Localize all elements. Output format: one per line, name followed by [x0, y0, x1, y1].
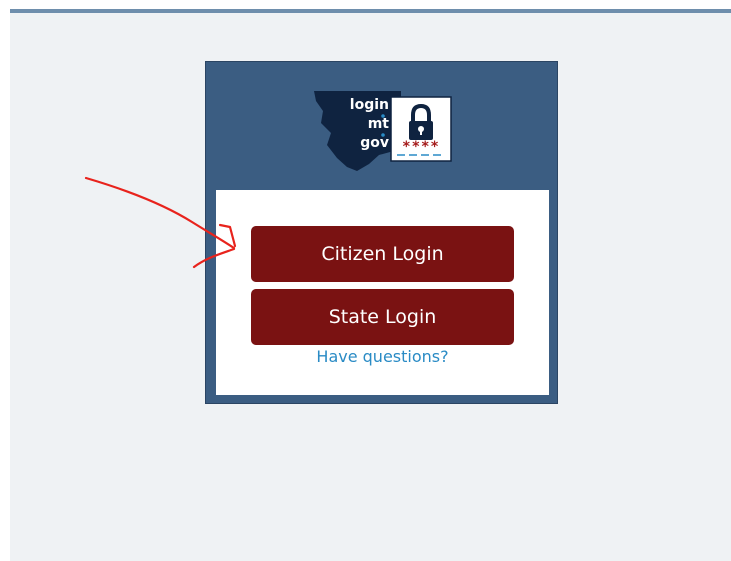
state-login-button[interactable]: State Login — [251, 289, 514, 345]
logo-text-gov: gov — [360, 135, 389, 151]
have-questions-link[interactable]: Have questions? — [216, 347, 549, 366]
logo-text-login: login — [350, 97, 389, 113]
logo-graphic: login mt gov **** — [314, 91, 452, 171]
arrow-head-bottom — [192, 247, 236, 269]
top-accent-bar — [10, 9, 731, 13]
arrow-icon — [84, 176, 236, 250]
citizen-login-button[interactable]: Citizen Login — [251, 226, 514, 282]
logo-text-mt: mt — [368, 116, 390, 132]
password-stars: **** — [402, 139, 440, 155]
logo-dot — [381, 114, 385, 118]
red-arrow-annotation — [84, 176, 237, 269]
logo-dot — [381, 133, 385, 137]
login-panel: login mt gov **** Citizen Login State Lo… — [205, 61, 558, 404]
login-mt-gov-logo: login mt gov **** — [313, 89, 453, 173]
login-card: Citizen Login State Login Have questions… — [216, 190, 549, 395]
